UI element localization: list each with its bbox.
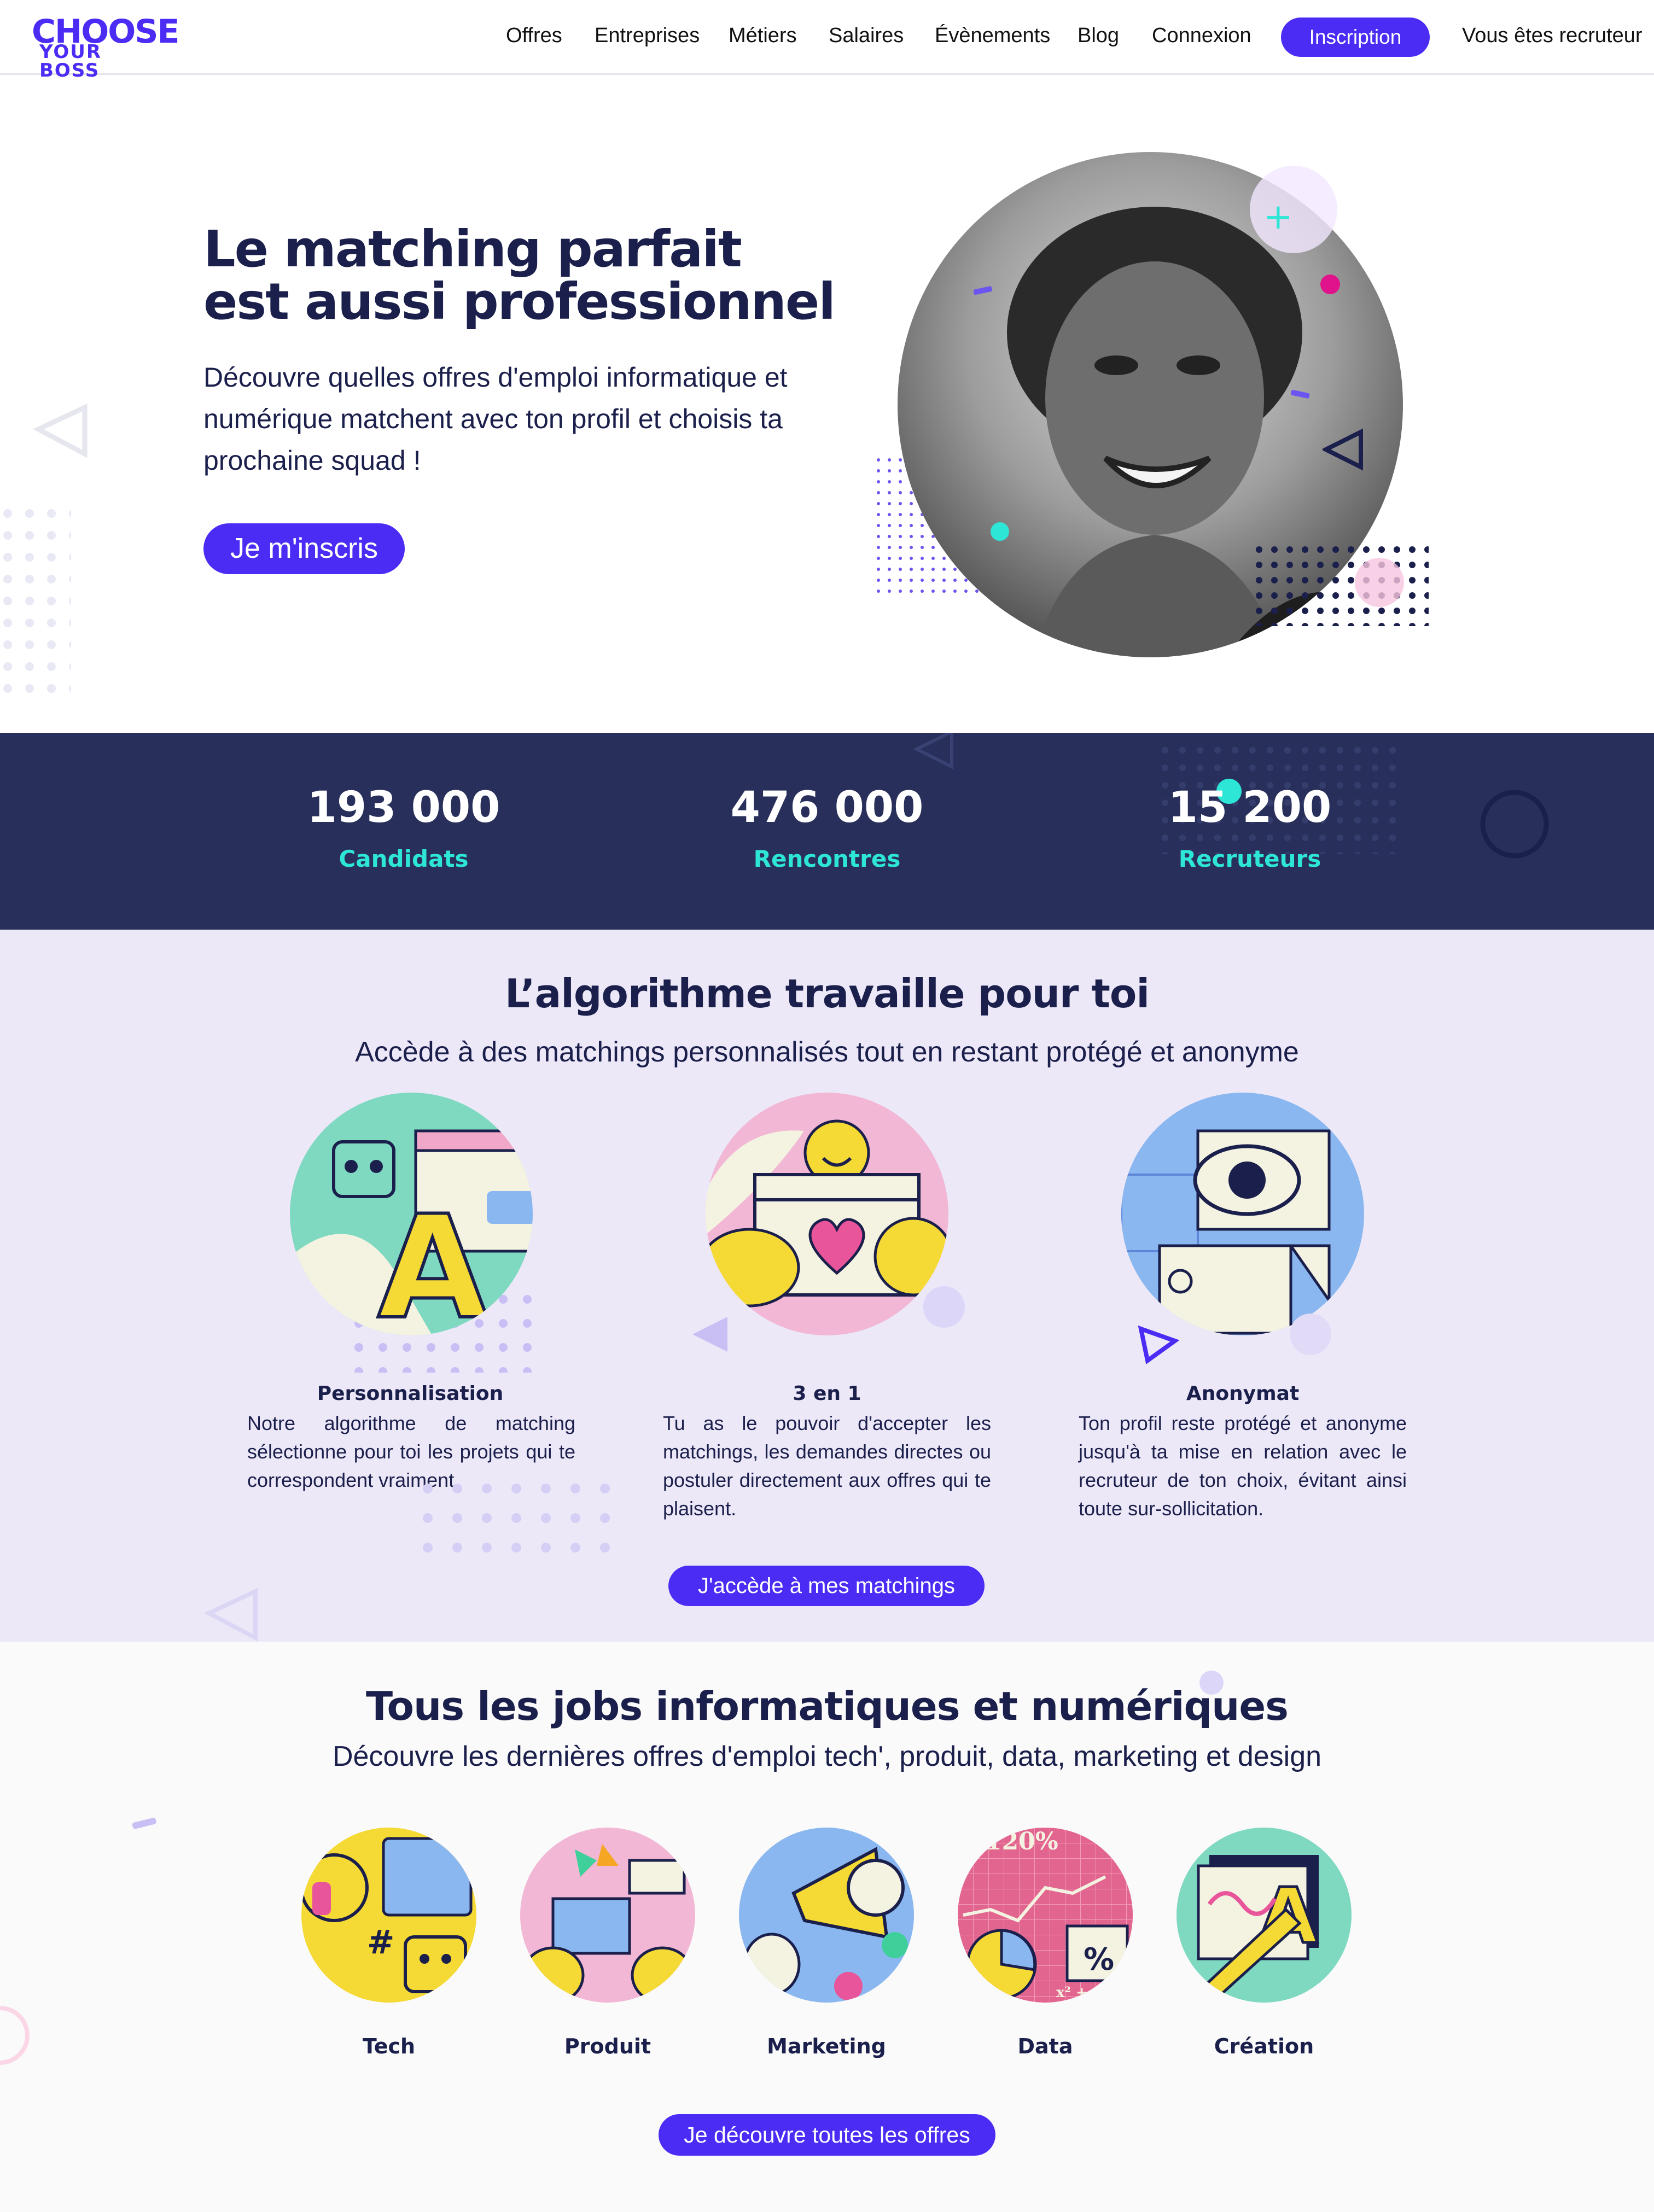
algo-deco-triangle-outline: [203, 1583, 264, 1642]
hero-deco-magenta-dot: [1319, 273, 1341, 298]
svg-text:+: +: [1263, 197, 1293, 237]
hero-description: Découvre quelles offres d'emploi informa…: [203, 362, 788, 476]
stat-rencontres-label: Rencontres: [753, 845, 901, 872]
data-percent-sign: %: [1084, 1942, 1114, 1977]
all-offers-button[interactable]: Je découvre toutes les offres: [659, 2114, 995, 2156]
jobs-title: Tous les jobs informatiques et numérique…: [365, 1683, 1289, 1729]
logo-line-2: YOUR BOSS: [39, 41, 102, 81]
hero-deco-triangle-navy: [1321, 428, 1366, 474]
algo-deco-circle-1: [922, 1285, 966, 1332]
jobs-deco-ring: [0, 2003, 33, 2071]
job-marketing-illustration[interactable]: [739, 1828, 914, 2003]
svg-text:#: #: [367, 1923, 394, 1962]
stat-recruteurs-label: Recruteurs: [1178, 845, 1321, 872]
jobs-section: Tous les jobs informatiques et numérique…: [0, 1642, 1654, 2212]
jobs-subtitle: Découvre les dernières offres d'emploi t…: [332, 1741, 1322, 1772]
job-creation-illustration[interactable]: A: [1177, 1828, 1352, 2003]
matchings-button[interactable]: J'accède à mes matchings: [668, 1566, 985, 1606]
stats-deco-ring: [1478, 787, 1551, 863]
job-tech-illustration[interactable]: #: [301, 1828, 476, 2003]
hero-deco-dash-2: [1290, 389, 1312, 403]
job-tech-label[interactable]: Tech: [301, 2034, 476, 2058]
nav-metiers[interactable]: Métiers: [729, 23, 797, 48]
hero-deco-teal-dot: [989, 521, 1011, 545]
anonymat-illustration: [1121, 1093, 1364, 1335]
nav-offres[interactable]: Offres: [506, 23, 562, 48]
hero-signup-button[interactable]: Je m'inscris: [203, 523, 405, 574]
nav-salaires[interactable]: Salaires: [829, 23, 904, 48]
feature-personnalisation-title: Personnalisation: [317, 1382, 504, 1405]
logo[interactable]: CHOOSE YOUR BOSS: [32, 15, 179, 80]
stat-rencontres-value: 476 000: [730, 783, 924, 832]
hero-deco-triangle: [32, 399, 93, 462]
hero-deco-dots-navy: [1254, 544, 1429, 629]
job-data-label[interactable]: Data: [958, 2034, 1133, 2058]
job-marketing-label[interactable]: Marketing: [739, 2034, 914, 2058]
feature-3en1-title: 3 en 1: [793, 1382, 861, 1405]
stats-deco-triangle: [913, 733, 957, 774]
signup-button[interactable]: Inscription: [1281, 17, 1430, 57]
algorithm-title: L’algorithme travaille pour toi: [504, 971, 1150, 1017]
data-badge-text: 120%: [985, 1828, 1058, 1855]
stat-recruteurs-value: 15 200: [1168, 783, 1332, 832]
stats-band: 193 000 Candidats 476 000 Rencontres 15 …: [0, 733, 1654, 930]
recruiter-link[interactable]: Vous êtes recruteur: [1462, 23, 1643, 48]
stat-candidats-value: 193 000: [307, 783, 500, 832]
algo-deco-circle-2: [1289, 1312, 1332, 1359]
job-produit-illustration[interactable]: [520, 1828, 695, 2003]
stat-candidats-label: Candidats: [339, 845, 469, 872]
nav-entreprises[interactable]: Entreprises: [595, 23, 700, 48]
job-produit-label[interactable]: Produit: [520, 2034, 695, 2058]
nav-evenements[interactable]: Évènements: [935, 23, 1050, 48]
nav-connexion[interactable]: Connexion: [1152, 23, 1251, 48]
algorithm-section: L’algorithme travaille pour toi Accède à…: [0, 930, 1654, 1642]
algorithm-subtitle: Accède à des matchings personnalisés tou…: [355, 1036, 1299, 1068]
jobs-deco-dash: [131, 1817, 159, 1834]
hero-title: Le matching parfait est aussi profession…: [203, 220, 836, 331]
trois-en-un-illustration: [706, 1093, 948, 1335]
nav-blog[interactable]: Blog: [1078, 23, 1119, 48]
feature-anonymat-title: Anonymat: [1186, 1382, 1300, 1405]
svg-text:A: A: [377, 1186, 488, 1335]
job-data-illustration[interactable]: 120% % x² + y: [958, 1828, 1133, 2003]
data-formula-text: x² + y: [1056, 1985, 1102, 2001]
hero-deco-dots-left: [0, 506, 71, 705]
algo-deco-dots-2: [421, 1482, 629, 1567]
algo-deco-triangle-filled: [689, 1312, 733, 1359]
algo-deco-triangle-purple: [1137, 1324, 1180, 1371]
site-header: CHOOSE YOUR BOSS Offres Entreprises Méti…: [0, 0, 1654, 80]
feature-3en1-text: Tu as le pouvoir d'accepter les matching…: [663, 1412, 991, 1520]
personnalisation-illustration: A: [290, 1093, 533, 1335]
job-creation-label[interactable]: Création: [1177, 2034, 1352, 2058]
hero-deco-pink-circle: +: [1247, 163, 1340, 259]
hero-deco-dash-1: [972, 285, 994, 299]
feature-anonymat-text: Ton profil reste protégé et anonyme jusq…: [1079, 1412, 1407, 1520]
